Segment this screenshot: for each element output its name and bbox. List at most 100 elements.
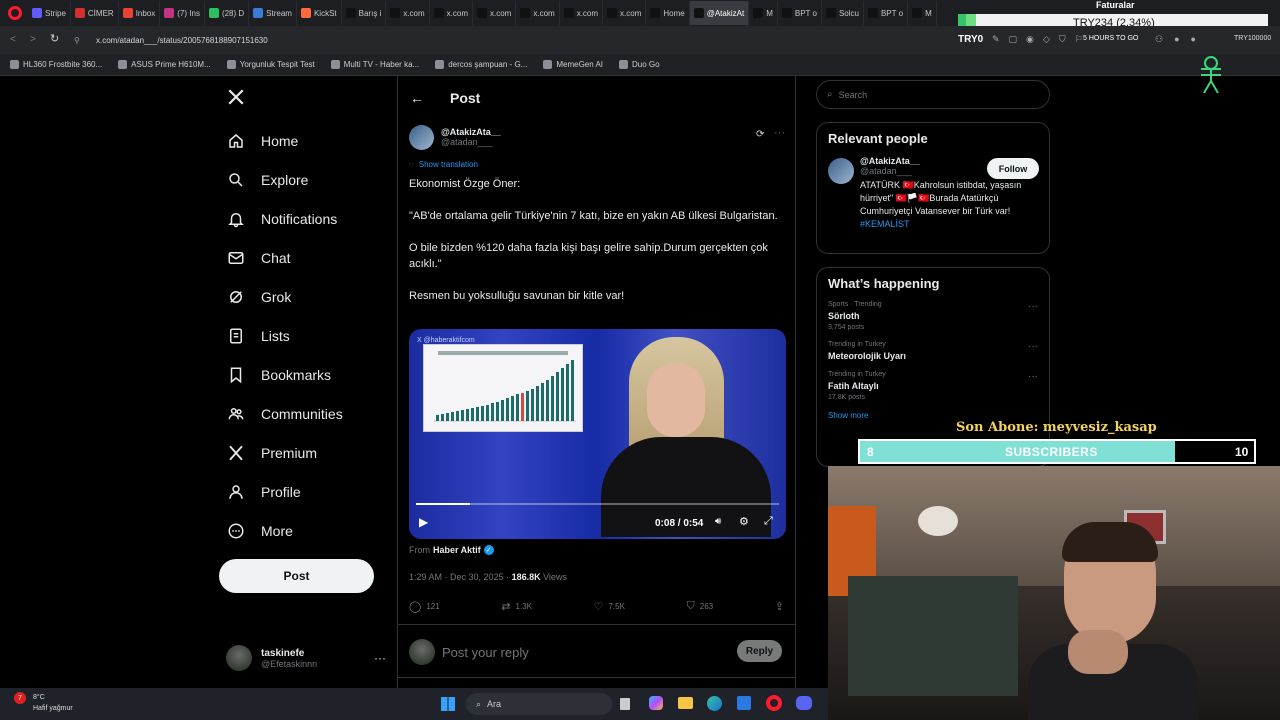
taskbar-search[interactable]: ⌕ Ara <box>466 693 612 715</box>
edge-icon[interactable] <box>707 696 722 711</box>
reply-input[interactable] <box>442 641 722 663</box>
bookmark-item[interactable]: ASUS Prime H610M... <box>118 60 211 69</box>
trend-item[interactable]: Sports · Trending Sörloth 3,754 posts ··· <box>828 301 1038 331</box>
bookmark-item[interactable]: dercos şampuan - G... <box>435 60 527 69</box>
weather-desc[interactable]: Hafif yağmur <box>33 705 73 712</box>
windows-start-icon[interactable] <box>441 697 455 711</box>
nav-item-communities[interactable]: Communities <box>218 394 396 433</box>
back-arrow-icon[interactable]: < <box>10 34 16 45</box>
browser-tab[interactable]: x.com <box>560 1 604 25</box>
browser-tab[interactable]: KickSt <box>297 1 342 25</box>
browser-tab[interactable]: x.com <box>473 1 517 25</box>
bookmark-item[interactable]: Multi TV - Haber ka... <box>330 60 419 69</box>
weather-temp[interactable]: 8°C <box>33 694 45 701</box>
reload-icon[interactable]: ↻ <box>50 32 59 45</box>
nav-item-profile[interactable]: Profile <box>218 472 396 511</box>
post-button[interactable]: Post <box>219 559 374 593</box>
grok-icon[interactable]: ⟳ <box>756 129 764 140</box>
weather-icon[interactable]: 7 <box>14 692 26 704</box>
url-field[interactable]: ⚲ x.com/atadan___/status/200576818890715… <box>74 30 936 50</box>
store-icon[interactable] <box>737 696 751 710</box>
browser-tab[interactable]: Solcu <box>822 1 864 25</box>
post-timestamp[interactable]: 1:29 AM · Dec 30, 2025 · <box>409 572 512 582</box>
bookmark-item[interactable]: Yorgunluk Tespit Test <box>226 60 315 69</box>
from-source[interactable]: Haber Aktif <box>433 545 481 555</box>
browser-tab[interactable]: M <box>749 1 778 25</box>
browser-tab[interactable]: Inbox <box>119 1 161 25</box>
opera-logo-icon[interactable] <box>8 6 22 20</box>
bookmark-item[interactable]: HL360 Frostbite 360... <box>10 60 102 69</box>
trend-more-icon[interactable]: ··· <box>1028 341 1038 352</box>
task-view-icon[interactable] <box>620 698 630 710</box>
site-settings-icon[interactable]: ⚲ <box>74 36 80 45</box>
account-switcher[interactable]: taskinefe @Efetaskinnn ··· <box>226 642 386 674</box>
browser-tab[interactable]: Stream <box>249 1 297 25</box>
nav-item-home[interactable]: Home <box>218 121 396 160</box>
bookmark-item[interactable]: MemeGen AI <box>543 60 603 69</box>
fullscreen-icon[interactable]: ⤢ <box>764 515 773 528</box>
browser-tab[interactable]: @AtakizAt <box>689 1 750 25</box>
browser-tab[interactable]: Barış i <box>342 1 387 25</box>
nav-item-grok[interactable]: Grok <box>218 277 396 316</box>
toolbar-icons[interactable]: ✎▢◉◇⛉⚐ <box>992 34 1092 45</box>
follow-button[interactable]: Follow <box>987 158 1039 179</box>
author-name[interactable]: @AtakizAta__ <box>441 127 501 137</box>
show-translation-link[interactable]: ◌ Show translation <box>409 160 478 169</box>
show-more-link[interactable]: Show more <box>828 411 1038 420</box>
discord-icon[interactable] <box>796 696 812 710</box>
bookmark-item[interactable]: Duo Go <box>619 60 660 69</box>
browser-tab[interactable]: x.com <box>603 1 647 25</box>
relevant-person[interactable]: @AtakizAta__ @atadan___ ATATÜRK 🇹🇷Kahrol… <box>828 156 1039 231</box>
nav-item-bookmarks[interactable]: Bookmarks <box>218 355 396 394</box>
copilot-icon[interactable] <box>649 696 663 710</box>
reply-button[interactable]: Reply <box>737 640 782 662</box>
browser-tab[interactable]: Stripe <box>28 1 71 25</box>
browser-tab[interactable]: (28) D <box>205 1 250 25</box>
browser-tab[interactable]: CİMER <box>71 1 119 25</box>
trend-more-icon[interactable]: ··· <box>1028 371 1038 382</box>
play-icon[interactable]: ▶ <box>419 515 428 529</box>
opera-icon[interactable] <box>766 695 782 711</box>
profile-icons[interactable]: ⚇●● <box>1155 34 1207 45</box>
back-arrow-icon[interactable]: ← <box>410 90 424 106</box>
browser-tab[interactable]: x.com <box>386 1 430 25</box>
browser-tab[interactable]: (7) Ins <box>160 1 205 25</box>
trend-more-icon[interactable]: ··· <box>1028 301 1038 312</box>
browser-tab[interactable]: Home <box>646 1 690 25</box>
account-more-icon[interactable]: ··· <box>374 651 386 665</box>
search-input[interactable] <box>838 89 1019 100</box>
nav-item-lists[interactable]: Lists <box>218 316 396 355</box>
nav-item-more[interactable]: More <box>218 511 396 550</box>
person-bio-text: ATATÜRK 🇹🇷Kahrolsun istibdat, yaşasın hü… <box>860 180 1022 216</box>
browser-tab[interactable]: x.com <box>430 1 473 25</box>
trend-item[interactable]: Trending in Turkey Fatih Altaylı 17.8K pos… <box>828 371 1038 401</box>
volume-icon[interactable]: 🔊︎ <box>715 516 721 527</box>
share-action[interactable]: ⇪ <box>775 600 784 613</box>
file-explorer-icon[interactable] <box>678 697 693 709</box>
video-player[interactable]: X @haberaktifcom ▶ 0:08 / 0:54 🔊︎ ⚙ ⤢ <box>409 329 786 539</box>
browser-tab[interactable]: M <box>908 1 937 25</box>
bookmark-action[interactable]: ⛉ 263 <box>687 600 714 613</box>
video-progress-track[interactable] <box>416 503 779 505</box>
person-bio-hashtag[interactable]: #KEMALİST <box>860 219 910 229</box>
like-action[interactable]: ♡ 7.5K <box>594 600 625 613</box>
author-avatar[interactable] <box>409 124 434 150</box>
tab-label: M <box>766 8 773 18</box>
stream-logo: TRY0 <box>958 34 984 45</box>
nav-item-premium[interactable]: Premium <box>218 433 396 472</box>
browser-tab[interactable]: BPT o <box>864 1 909 25</box>
reply-action[interactable]: ◯ 121 <box>409 600 440 613</box>
nav-item-notifications[interactable]: Notifications <box>218 199 396 238</box>
search-box[interactable]: ⌕ <box>816 80 1050 109</box>
settings-icon[interactable]: ⚙ <box>739 515 749 528</box>
bookmarks-bar: HL360 Frostbite 360... ASUS Prime H610M..… <box>0 54 1280 76</box>
trend-item[interactable]: Trending in Turkey Meteorolojik Uyarı ··· <box>828 341 1038 361</box>
more-options-icon[interactable]: ··· <box>774 127 785 139</box>
nav-item-explore[interactable]: Explore <box>218 160 396 199</box>
nav-item-chat[interactable]: Chat <box>218 238 396 277</box>
forward-arrow-icon[interactable]: > <box>30 34 36 45</box>
repost-action[interactable]: ⇄ 1.3K <box>501 600 532 613</box>
browser-tab[interactable]: x.com <box>516 1 560 25</box>
browser-tab[interactable]: BPT o <box>778 1 822 25</box>
x-logo-icon[interactable] <box>227 88 245 106</box>
